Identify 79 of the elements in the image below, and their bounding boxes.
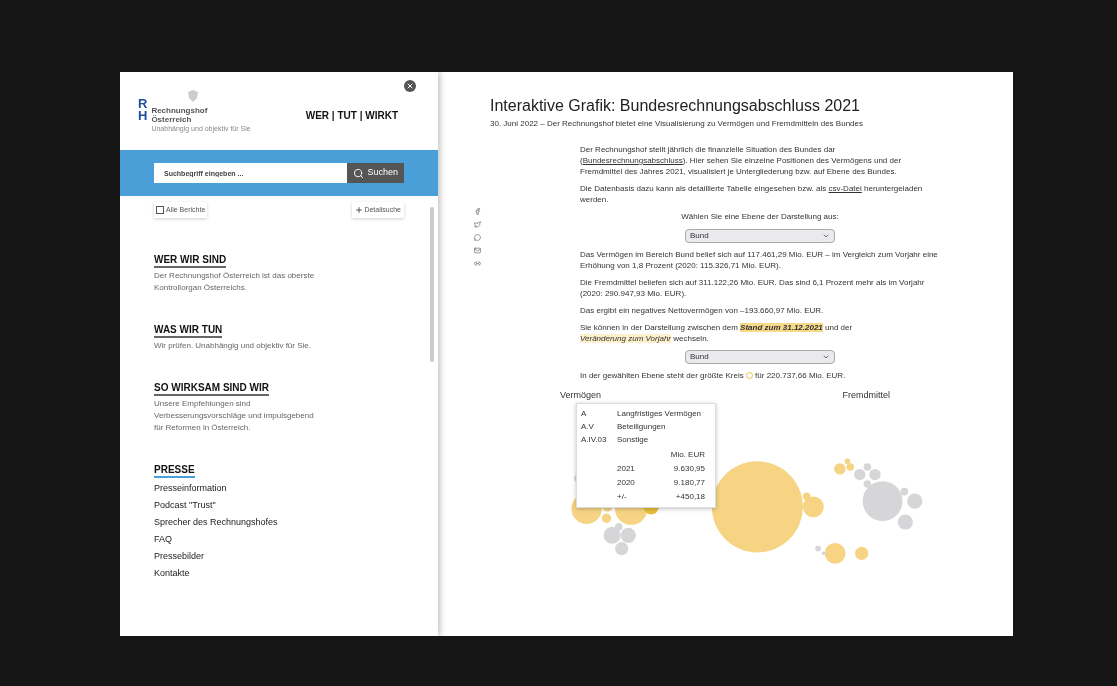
section-heading[interactable]: SO WIRKSAM SIND WIR bbox=[154, 382, 269, 396]
close-button[interactable] bbox=[404, 80, 416, 92]
tooltip-year: +/- bbox=[617, 491, 627, 503]
checkbox[interactable] bbox=[156, 206, 164, 214]
press-link[interactable]: Sprecher des Rechnungshofes bbox=[154, 514, 278, 531]
view-option[interactable]: Veränderung zum Vorjahr bbox=[580, 334, 671, 343]
tooltip-name: Langfristiges Vermögen bbox=[617, 408, 703, 420]
tooltip-value: 9.180,77 bbox=[673, 477, 705, 489]
bubble[interactable] bbox=[601, 513, 612, 523]
bubble[interactable] bbox=[824, 542, 846, 564]
article-subtitle: 30. Juni 2022 – Der Rechnungshof bietet eine Visualisierung zu Vermögen und Fremdmitteln des Bundes bbox=[490, 118, 864, 130]
tooltip-unit: Mio. EUR bbox=[669, 449, 706, 461]
level-dropdown[interactable]: Bund bbox=[685, 350, 835, 364]
bubble[interactable] bbox=[862, 481, 903, 522]
search-button[interactable]: Suchen bbox=[347, 163, 404, 183]
body-paragraph: Sie können in der Darstellung zwischen dem Stand zum 31.12.2021 und der Veränderung zum Vorjahr wechseln. bbox=[580, 322, 854, 344]
body-paragraph: Die Datenbasis dazu kann als detaillierte Tabelle eingesehen bzw. als csv-Datei heruntergeladen werden. bbox=[580, 183, 924, 205]
bubble[interactable] bbox=[615, 541, 629, 556]
press-link[interactable]: Presseinformation bbox=[154, 480, 227, 497]
tooltip-value: +450,18 bbox=[675, 491, 705, 503]
plus-icon bbox=[355, 206, 364, 214]
select-caption: Wählen Sie eine Ebene der Darstellung aus: bbox=[680, 211, 840, 223]
bubble[interactable] bbox=[802, 492, 811, 501]
press-link[interactable]: Pressebilder bbox=[154, 548, 205, 565]
logo-letter: H bbox=[138, 109, 148, 122]
bubble[interactable] bbox=[711, 461, 803, 553]
bubble[interactable] bbox=[855, 546, 869, 560]
bubble[interactable] bbox=[802, 496, 824, 518]
bubble[interactable] bbox=[900, 487, 909, 496]
tooltip-name: Sonstige bbox=[617, 434, 650, 446]
bubble[interactable] bbox=[897, 514, 913, 530]
slogan: WER | TUT | WIRKT bbox=[305, 108, 398, 123]
link-share-icon[interactable] bbox=[474, 260, 481, 267]
logo-text: Rechnungshof bbox=[151, 105, 209, 115]
section-heading[interactable]: WAS WIR TUN bbox=[154, 324, 223, 338]
tooltip-value: 9.630,95 bbox=[673, 463, 705, 475]
bubble[interactable] bbox=[869, 468, 881, 481]
tooltip-year: 2021 bbox=[617, 463, 635, 475]
bubble[interactable] bbox=[854, 468, 866, 481]
tooltip-code: A.V bbox=[581, 421, 595, 433]
section-heading[interactable]: PRESSE bbox=[154, 464, 195, 478]
chevron-down-icon bbox=[822, 232, 830, 240]
tooltip-year: 2020 bbox=[617, 477, 635, 489]
level-dropdown[interactable]: Bund bbox=[685, 229, 835, 243]
search-icon bbox=[353, 167, 365, 179]
bubble[interactable] bbox=[620, 527, 636, 543]
view-option[interactable]: Stand zum 31.12.2021 bbox=[740, 323, 823, 332]
coat-of-arms-icon bbox=[187, 89, 200, 102]
text-link[interactable]: csv-Datei bbox=[828, 184, 862, 193]
press-link[interactable]: Kontakte bbox=[154, 565, 190, 582]
logo-text: Österreich bbox=[151, 114, 192, 124]
bubble[interactable] bbox=[615, 522, 623, 531]
whatsapp-share-icon[interactable] bbox=[474, 234, 481, 241]
tooltip-code: A bbox=[581, 408, 588, 420]
body-paragraph: Die Fremdmittel beliefen sich auf 311.122,26 Mio. EUR. Das sind 6,1 Prozent mehr als im Vorjahr (2020: 290.947,93 Mio. EUR). bbox=[580, 277, 926, 299]
twitter-share-icon[interactable] bbox=[474, 221, 481, 228]
bubble[interactable] bbox=[907, 493, 923, 509]
body-paragraph: Der Rechnungshof stellt jährlich die finanzielle Situation des Bundes dar (Bundesrechnungsabschluss). Hier sehen Sie einzelne Positionen des Vermögens und der Fremdmittel des Jahres 2021, visualisiert je Untergliederung bzw. auf Ebene des Bundes. bbox=[580, 144, 903, 177]
chevron-down-icon bbox=[822, 353, 830, 361]
article-title: Interaktive Grafik: Bundesrechnungsabschluss 2021 bbox=[490, 96, 861, 116]
tooltip-name: Beteiligungen bbox=[617, 421, 667, 433]
tooltip-code: A.IV.03 bbox=[581, 434, 608, 446]
press-link[interactable]: Podcast "Trust" bbox=[154, 497, 216, 514]
mail-share-icon[interactable] bbox=[474, 247, 481, 254]
section-text: Wir prüfen. Unabhängig und objektiv für Sie. bbox=[154, 340, 312, 352]
body-paragraph: Das Vermögen im Bereich Bund belief sich auf 117.461,29 Mio. EUR – im Vergleich zum Vorjahr eine Erhöhung von 1,8 Prozent (2020: 115.326,71 Mio. EUR). bbox=[580, 249, 939, 271]
close-icon bbox=[406, 82, 414, 90]
press-link[interactable]: FAQ bbox=[154, 531, 172, 548]
section-text: Der Rechnungshof Österreich ist das oberste Kontrollorgan Österreichs. bbox=[154, 270, 316, 294]
facebook-share-icon[interactable] bbox=[474, 208, 481, 215]
chart-label: Fremdmittel bbox=[842, 389, 890, 402]
section-text: Unsere Empfehlungen sind Verbesserungsvorschläge und impulsgebend für Reformen in Österreich. bbox=[154, 398, 315, 434]
bubble[interactable] bbox=[834, 463, 846, 475]
section-heading[interactable]: WER WIR SIND bbox=[154, 254, 227, 268]
body-paragraph: In der gewählten Ebene steht der größte Kreis für 220.737,66 Mio. EUR. bbox=[580, 370, 847, 381]
logo-letter: R bbox=[138, 97, 148, 110]
body-paragraph: Das ergibt ein negatives Nettovermögen von –193.660,97 Mio. EUR. bbox=[580, 305, 825, 316]
chart-label: Vermögen bbox=[560, 389, 602, 402]
bubble[interactable] bbox=[603, 526, 621, 544]
